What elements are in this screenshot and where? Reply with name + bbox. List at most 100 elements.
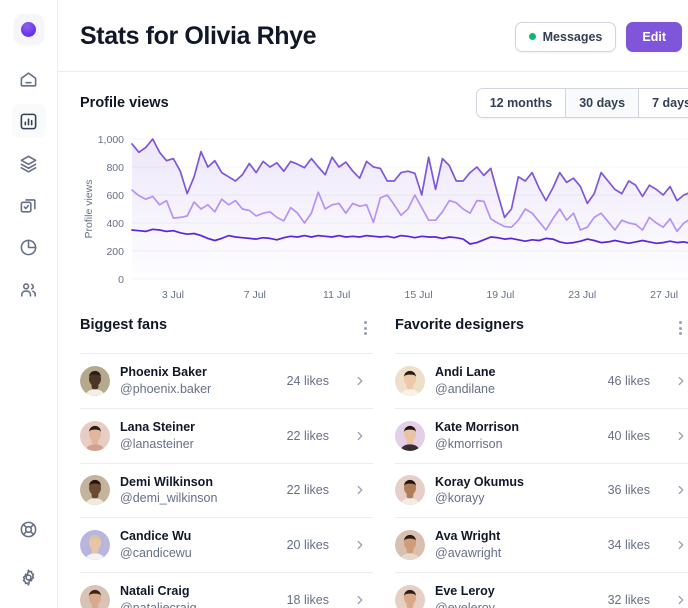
list-item[interactable]: Koray Okumus @korayy 36 likes — [395, 464, 688, 519]
avatar-image — [395, 365, 425, 396]
user-handle: @phoenix.baker — [120, 381, 212, 396]
avatar — [395, 420, 425, 451]
svg-text:3 Jul: 3 Jul — [162, 289, 184, 301]
like-count: 46 likes — [607, 373, 650, 388]
sidebar-item-settings[interactable] — [12, 560, 46, 594]
kebab-menu-icon[interactable] — [358, 317, 373, 339]
sidebar-item-tasks[interactable] — [12, 188, 46, 222]
messages-button-label: Messages — [542, 29, 603, 44]
chevron-right-icon[interactable] — [353, 538, 373, 552]
user-info: Koray Okumus @korayy — [435, 474, 598, 508]
favorite-designers-header: Favorite designers — [395, 317, 688, 353]
tab-30-days[interactable]: 30 days — [566, 89, 640, 117]
sidebar-bottom-nav — [0, 512, 57, 594]
like-count: 36 likes — [607, 483, 650, 498]
avatar — [395, 530, 425, 561]
list-item[interactable]: Andi Lane @andilane 46 likes — [395, 354, 688, 409]
avatar-image — [80, 365, 110, 396]
avatar-image — [395, 475, 425, 506]
user-handle: @kmorrison — [435, 436, 503, 451]
header-actions: Messages Edit — [514, 21, 682, 52]
chevron-right-icon[interactable] — [353, 593, 373, 607]
biggest-fans-list: Phoenix Baker @phoenix.baker 24 likes Lana … — [80, 353, 373, 608]
like-count: 22 likes — [286, 428, 329, 443]
user-name: Demi Wilkinson — [120, 474, 213, 489]
chevron-right-icon[interactable] — [353, 374, 373, 388]
list-item[interactable]: Eve Leroy @eveleroy 32 likes — [395, 573, 688, 608]
tab-12-months[interactable]: 12 months — [476, 89, 567, 117]
svg-text:Profile views: Profile views — [83, 180, 95, 239]
list-item[interactable]: Demi Wilkinson @demi_wilkinson 22 likes — [80, 464, 373, 519]
line-chart: 0 200 400 600 800 1,000 Profile views 3 Jul 7 Ju… — [83, 134, 688, 301]
biggest-fans-card: Biggest fans Phoenix Baker @phoenix.baker… — [80, 317, 395, 608]
like-count: 20 likes — [286, 538, 329, 553]
lists-section: Biggest fans Phoenix Baker @phoenix.baker… — [58, 311, 688, 608]
svg-text:600: 600 — [106, 190, 124, 202]
chevron-right-icon[interactable] — [674, 593, 688, 607]
like-count: 32 likes — [607, 592, 650, 607]
profile-views-header: Profile views 12 months 30 days 7 days — [80, 88, 688, 118]
user-name: Andi Lane — [435, 365, 496, 379]
home-icon — [20, 71, 37, 87]
list-item[interactable]: Lana Steiner @lanasteiner 22 likes — [80, 409, 373, 464]
chevron-right-icon[interactable] — [674, 374, 688, 388]
user-handle: @candicewu — [120, 546, 192, 561]
chevron-right-icon[interactable] — [353, 429, 373, 443]
users-icon — [20, 282, 37, 297]
list-item[interactable]: Phoenix Baker @phoenix.baker 24 likes — [80, 354, 373, 409]
user-info: Andi Lane @andilane — [435, 364, 598, 398]
user-handle: @lanasteiner — [120, 436, 194, 451]
user-name: Koray Okumus — [435, 474, 524, 489]
avatar — [395, 475, 425, 506]
user-name: Natali Craig — [120, 584, 190, 598]
sidebar-item-users[interactable] — [12, 272, 46, 306]
list-item[interactable]: Natali Craig @nataliecraig 18 likes — [80, 573, 373, 608]
check-square-icon — [20, 198, 36, 213]
card-title-favorite-designers: Favorite designers — [395, 317, 524, 333]
list-item[interactable]: Ava Wright @avawright 34 likes — [395, 518, 688, 573]
sidebar-item-support[interactable] — [12, 512, 46, 546]
edit-button[interactable]: Edit — [626, 21, 682, 52]
user-name: Phoenix Baker — [120, 365, 207, 379]
section-title-profile-views: Profile views — [80, 95, 169, 111]
sidebar-item-projects[interactable] — [12, 146, 46, 180]
avatar — [80, 420, 110, 451]
sidebar — [0, 0, 58, 608]
user-name: Lana Steiner — [120, 419, 196, 434]
user-info: Eve Leroy @eveleroy — [435, 583, 598, 608]
avatar-image — [80, 420, 110, 451]
user-info: Natali Craig @nataliecraig — [120, 583, 277, 608]
user-name: Kate Morrison — [435, 419, 520, 434]
list-item[interactable]: Kate Morrison @kmorrison 40 likes — [395, 409, 688, 464]
like-count: 18 likes — [286, 592, 329, 607]
sidebar-item-analytics[interactable] — [11, 104, 46, 138]
sidebar-item-home[interactable] — [12, 62, 46, 96]
svg-text:15 Jul: 15 Jul — [405, 289, 433, 301]
kebab-menu-icon[interactable] — [673, 317, 688, 339]
avatar — [395, 584, 425, 608]
user-handle: @demi_wilkinson — [120, 491, 218, 506]
avatar-image — [395, 420, 425, 451]
svg-text:800: 800 — [106, 162, 124, 174]
bar-chart-icon — [20, 113, 37, 129]
messages-button[interactable]: Messages — [514, 21, 617, 52]
brand-logo-icon — [21, 21, 36, 37]
user-handle: @korayy — [435, 491, 485, 506]
brand-logo[interactable] — [13, 14, 44, 44]
svg-text:1,000: 1,000 — [98, 134, 124, 146]
avatar — [395, 365, 425, 396]
tab-7-days[interactable]: 7 days — [639, 89, 688, 117]
chevron-right-icon[interactable] — [674, 483, 688, 497]
user-handle: @nataliecraig — [120, 600, 197, 608]
chevron-right-icon[interactable] — [353, 483, 373, 497]
sidebar-item-reporting[interactable] — [12, 230, 46, 264]
app-root: Stats for Olivia Rhye Messages Edit Prof… — [0, 0, 688, 608]
user-handle: @avawright — [435, 546, 502, 561]
favorite-designers-card: Favorite designers Andi Lane @andilane 46 … — [395, 317, 688, 608]
layers-icon — [20, 155, 37, 173]
user-info: Ava Wright @avawright — [435, 528, 598, 562]
list-item[interactable]: Candice Wu @candicewu 20 likes — [80, 518, 373, 573]
chevron-right-icon[interactable] — [674, 538, 688, 552]
chevron-right-icon[interactable] — [674, 429, 688, 443]
status-dot-icon — [528, 33, 536, 40]
